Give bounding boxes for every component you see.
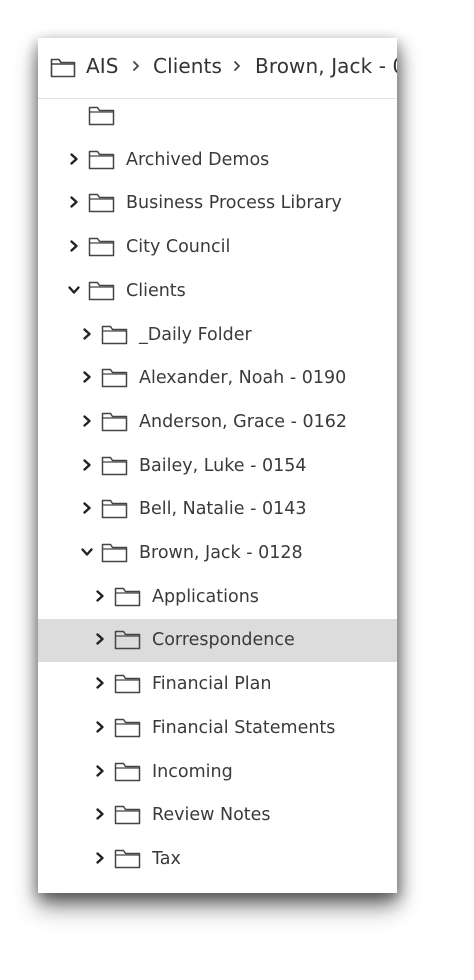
tree-item-label: Financial Statements — [152, 717, 336, 738]
tree-row[interactable]: Tax — [38, 838, 397, 881]
tree-item-label: Bailey, Luke - 0154 — [139, 455, 307, 476]
folder-icon — [88, 279, 115, 301]
chevron-right-icon[interactable] — [93, 589, 107, 603]
tree-item-label: Business Process Library — [126, 193, 342, 214]
chevron-right-icon[interactable] — [93, 632, 107, 646]
tree-item-label: _Daily Folder — [139, 324, 252, 345]
tree-item-label: Financial Plan — [152, 674, 272, 695]
folder-icon — [101, 366, 128, 388]
tree-row[interactable]: Financial Statements — [38, 707, 397, 750]
chevron-right-icon[interactable] — [93, 720, 107, 734]
folder-icon — [114, 585, 141, 607]
chevron-right-icon[interactable] — [67, 195, 81, 209]
chevron-right-icon[interactable] — [93, 764, 107, 778]
folder-icon — [101, 410, 128, 432]
folder-icon — [88, 148, 115, 170]
tree-item-label: Bell, Natalie - 0143 — [139, 499, 307, 520]
tree-row[interactable] — [38, 95, 397, 138]
folder-icon — [88, 104, 115, 126]
tree-row[interactable]: _Daily Folder — [38, 314, 397, 357]
tree-item-label: City Council — [126, 237, 231, 258]
chevron-right-icon[interactable] — [67, 239, 81, 253]
tree-item-label: Anderson, Grace - 0162 — [139, 411, 348, 432]
tree-item-label: Incoming — [152, 761, 233, 782]
chevron-right-icon[interactable] — [80, 327, 94, 341]
chevron-right-icon[interactable] — [80, 501, 94, 515]
tree-row[interactable]: Bailey, Luke - 0154 — [38, 445, 397, 488]
tree-row[interactable]: Clients — [38, 270, 397, 313]
folder-icon — [88, 235, 115, 257]
breadcrumb-item-current[interactable]: Brown, Jack - 0128 — [255, 54, 397, 78]
breadcrumb-item-ais[interactable]: AIS — [86, 54, 119, 78]
breadcrumb-item-clients[interactable]: Clients — [153, 54, 222, 78]
tree-row[interactable]: Alexander, Noah - 0190 — [38, 357, 397, 400]
tree-row[interactable]: City Council — [38, 226, 397, 269]
chevron-down-icon[interactable] — [80, 545, 94, 559]
folder-icon — [101, 497, 128, 519]
tree-item-label: Review Notes — [152, 805, 271, 826]
chevron-right-icon[interactable] — [67, 152, 81, 166]
tree-item-label: Brown, Jack - 0128 — [139, 543, 303, 563]
chevron-right-icon[interactable] — [80, 458, 94, 472]
tree-row[interactable]: Business Process Library — [38, 182, 397, 225]
tree-row[interactable]: Anderson, Grace - 0162 — [38, 401, 397, 444]
folder-icon — [114, 847, 141, 869]
tree-row[interactable]: Review Notes — [38, 794, 397, 837]
chevron-right-icon — [232, 59, 242, 73]
tree-row[interactable]: Brown, Jack - 0128 — [38, 532, 397, 575]
folder-icon — [114, 760, 141, 782]
breadcrumb: AIS Clients Brown, Jack - 0128 — [38, 38, 397, 99]
chevron-right-icon[interactable] — [93, 851, 107, 865]
chevron-right-icon[interactable] — [93, 676, 107, 690]
tree-item-label: Tax — [152, 848, 181, 869]
tree-item-label: Clients — [126, 280, 186, 301]
folder-icon — [101, 541, 128, 563]
folder-icon — [50, 56, 76, 78]
chevron-down-icon[interactable] — [67, 283, 81, 297]
tree-row[interactable]: Financial Plan — [38, 663, 397, 706]
tree-item-label: Applications — [152, 586, 259, 607]
folder-icon — [88, 191, 115, 213]
folder-icon — [114, 803, 141, 825]
tree-row[interactable]: Correspondence — [38, 619, 397, 663]
tree-row[interactable]: Incoming — [38, 751, 397, 794]
tree-row[interactable]: Applications — [38, 576, 397, 619]
chevron-right-icon[interactable] — [93, 807, 107, 821]
tree-item-label: Correspondence — [152, 630, 295, 651]
folder-tree-panel: AIS Clients Brown, Jack - 0128 Archived … — [38, 38, 397, 893]
tree-row[interactable]: Bell, Natalie - 0143 — [38, 488, 397, 531]
folder-icon — [101, 454, 128, 476]
tree-item-label: Archived Demos — [126, 149, 270, 170]
folder-icon — [114, 672, 141, 694]
chevron-right-icon[interactable] — [80, 414, 94, 428]
chevron-right-icon[interactable] — [80, 370, 94, 384]
tree-row[interactable]: Archived Demos — [38, 139, 397, 182]
folder-icon — [114, 716, 141, 738]
chevron-right-icon — [131, 59, 141, 73]
tree-item-label: Alexander, Noah - 0190 — [139, 368, 347, 389]
folder-icon — [101, 323, 128, 345]
folder-icon — [114, 628, 141, 650]
